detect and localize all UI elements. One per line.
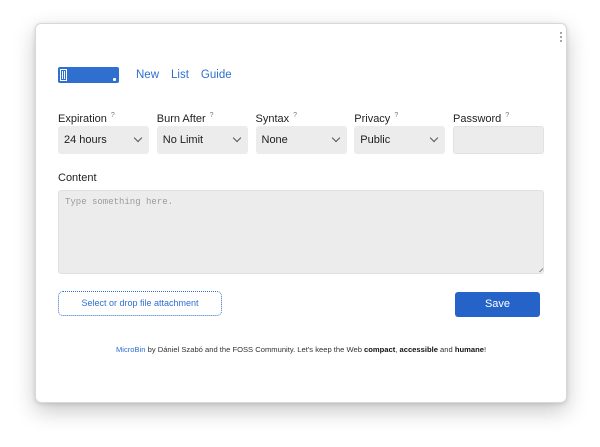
expiration-label-text: Expiration <box>58 113 107 125</box>
privacy-field: Privacy? Public <box>354 108 446 154</box>
privacy-help-icon[interactable]: ? <box>394 112 398 119</box>
expiration-select[interactable]: 24 hours <box>58 126 149 154</box>
scroll-dot <box>560 32 562 34</box>
content-textarea[interactable] <box>58 190 544 274</box>
nav-link-list[interactable]: List <box>171 69 189 81</box>
options-row: Expiration? 24 hours Burn After? No Limi… <box>58 108 544 154</box>
file-attachment-button[interactable]: Select or drop file attachment <box>58 291 222 316</box>
logo-dot-icon <box>113 78 116 81</box>
burn-after-value: No Limit <box>162 134 204 146</box>
screen: New List Guide Expiration? 24 hours Burn… <box>0 0 600 447</box>
scrollbar-handle[interactable] <box>560 32 563 42</box>
chevron-down-icon <box>232 133 241 143</box>
footer-sep: and <box>437 345 455 354</box>
window-content: New List Guide Expiration? 24 hours Burn… <box>36 24 566 402</box>
syntax-value: None <box>261 134 288 146</box>
password-help-icon[interactable]: ? <box>505 112 509 119</box>
footer: MicroBin by Dániel Szabó and the FOSS Co… <box>36 345 566 354</box>
burn-after-label-text: Burn After <box>156 113 206 125</box>
password-label-text: Password <box>453 113 502 125</box>
chevron-down-icon <box>430 133 439 143</box>
scroll-dot <box>560 36 562 38</box>
burn-after-select[interactable]: No Limit <box>156 126 248 154</box>
chevron-down-icon <box>133 133 143 143</box>
burn-after-help-icon[interactable]: ? <box>210 112 214 119</box>
password-label: Password? <box>453 108 544 125</box>
expiration-value: 24 hours <box>64 134 107 146</box>
logo-glyph-icon <box>60 69 67 81</box>
resize-grip-icon[interactable] <box>538 267 543 272</box>
microbin-logo[interactable] <box>58 67 119 83</box>
top-nav: New List Guide <box>58 66 244 84</box>
content-label: Content <box>58 172 97 184</box>
nav-link-new[interactable]: New <box>136 69 159 81</box>
syntax-help-icon[interactable]: ? <box>293 112 297 119</box>
footer-compact: compact <box>364 345 396 354</box>
privacy-select[interactable]: Public <box>354 126 446 154</box>
nav-link-guide[interactable]: Guide <box>201 69 232 81</box>
syntax-label: Syntax? <box>255 108 347 125</box>
footer-accessible: accessible <box>399 345 438 354</box>
footer-text: by Dániel Szabó and the FOSS Community. … <box>145 345 365 354</box>
app-window: New List Guide Expiration? 24 hours Burn… <box>35 23 567 403</box>
password-input[interactable] <box>453 126 544 154</box>
expiration-field: Expiration? 24 hours <box>58 108 149 154</box>
privacy-value: Public <box>360 134 391 146</box>
password-field: Password? <box>453 108 544 154</box>
microbin-link[interactable]: MicroBin <box>116 345 146 354</box>
privacy-label: Privacy? <box>354 108 445 125</box>
footer-humane: humane <box>454 345 484 354</box>
syntax-label-text: Syntax <box>255 113 290 125</box>
chevron-down-icon <box>331 133 340 143</box>
expiration-label: Expiration? <box>58 108 149 125</box>
scroll-dot <box>560 40 562 42</box>
privacy-label-text: Privacy <box>354 113 391 125</box>
syntax-field: Syntax? None <box>255 108 347 154</box>
save-button[interactable]: Save <box>455 292 540 317</box>
burn-after-label: Burn After? <box>156 108 248 125</box>
syntax-select[interactable]: None <box>255 126 347 154</box>
footer-end: ! <box>483 345 487 354</box>
burn-after-field: Burn After? No Limit <box>156 108 248 154</box>
expiration-help-icon[interactable]: ? <box>111 112 115 119</box>
